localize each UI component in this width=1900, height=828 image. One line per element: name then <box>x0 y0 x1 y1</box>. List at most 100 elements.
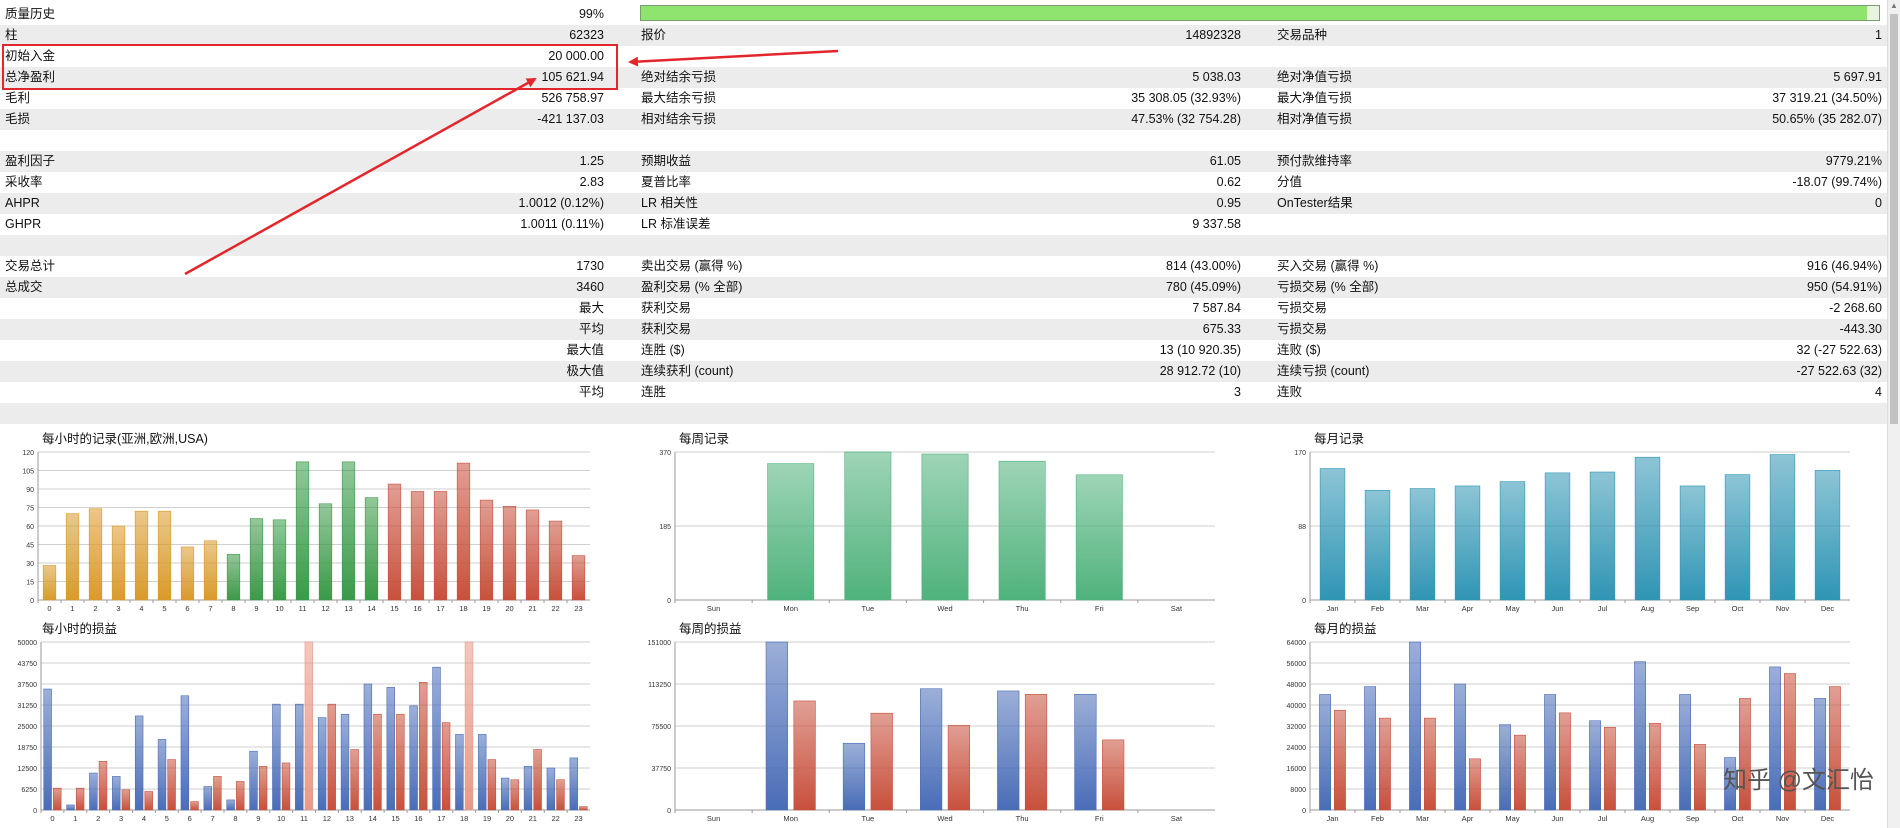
stat-label: 相对净值亏损 <box>1277 112 1353 126</box>
loss-bar <box>441 722 451 811</box>
y-tick-label: 75500 <box>652 724 672 731</box>
y-tick-label: 30 <box>26 561 34 568</box>
x-tick-label: 16 <box>414 814 422 823</box>
report-row: GHPR 1.0011 (0.11%) LR 标准误差 9 337.58 <box>0 214 1888 235</box>
x-tick-label: Tue <box>862 814 875 823</box>
loss-bar <box>167 759 176 811</box>
stat-label: 总净盈利 <box>5 70 56 84</box>
report-row: 最大值 连胜 ($) 13 (10 920.35) 连败 ($) 32 (-27 522… <box>0 340 1888 361</box>
x-tick-label: 4 <box>139 604 143 613</box>
loss-bar <box>75 787 85 811</box>
x-tick-label: Apr <box>1462 604 1474 613</box>
x-tick-label: 19 <box>483 814 491 823</box>
x-tick-label: 10 <box>277 814 285 823</box>
stat-label: AHPR <box>5 196 40 210</box>
stat-value: 780 (45.09%) <box>1165 280 1241 294</box>
profit-bar <box>546 767 556 811</box>
x-tick-label: 8 <box>231 604 235 613</box>
y-tick-label: 37500 <box>18 682 38 689</box>
loss-bar <box>236 781 245 811</box>
scroll-up-arrow-icon[interactable]: ▲ <box>1890 2 1898 10</box>
stat-value: 99% <box>578 7 604 21</box>
stat-label: 连续获利 (count) <box>641 364 734 378</box>
vertical-scrollbar[interactable]: ▲ <box>1887 0 1900 828</box>
report-row <box>0 130 1888 151</box>
profit-bar <box>157 739 167 811</box>
profit-bar <box>1589 720 1602 811</box>
stat-value: 37 319.21 (34.50%) <box>1772 91 1882 105</box>
stat-label: OnTester结果 <box>1277 196 1353 210</box>
y-tick-label: 15 <box>26 580 34 587</box>
stat-value: -27 522.63 (32) <box>1796 364 1882 378</box>
stat-value: 1 <box>1875 28 1882 42</box>
profit-bar <box>226 799 235 811</box>
loss-bar <box>1424 717 1436 811</box>
profit-bar <box>1319 694 1332 811</box>
bar <box>525 509 540 601</box>
bar <box>1409 488 1436 601</box>
profit-bar <box>1634 661 1647 811</box>
stat-value: 7 587.84 <box>1192 301 1241 315</box>
bar <box>180 546 195 601</box>
x-tick-label: 21 <box>528 604 536 613</box>
bar <box>42 565 57 601</box>
x-tick-label: 19 <box>482 604 490 613</box>
profit-bar <box>203 786 212 811</box>
scrollbar-thumb[interactable] <box>1890 14 1898 424</box>
stat-value: 0.95 <box>1216 196 1241 210</box>
stat-label: 交易品种 <box>1277 28 1328 42</box>
x-tick-label: Feb <box>1371 604 1384 613</box>
loss-bar <box>258 766 268 811</box>
profit-bar <box>523 766 533 811</box>
loss-bar <box>281 762 291 811</box>
bar <box>295 461 310 601</box>
y-tick-label: 60 <box>26 524 34 531</box>
x-tick-label: 22 <box>552 814 560 823</box>
profit-bar <box>386 687 395 811</box>
stat-value: 675.33 <box>1202 322 1241 336</box>
bar <box>921 453 969 601</box>
loss-bar <box>1693 744 1706 811</box>
report-row <box>0 235 1888 256</box>
monthly-pl-chart-title: 每月的损益 <box>1314 622 1377 636</box>
x-tick-label: Apr <box>1462 814 1474 823</box>
report-row: 采收率 2.83 夏普比率 0.62 分值 -18.07 (99.74%) <box>0 172 1888 193</box>
report-row: 极大值 连续获利 (count) 28 912.72 (10) 连续亏损 (count… <box>0 361 1888 382</box>
stat-label: 报价 <box>641 28 667 42</box>
loss-bar <box>1648 723 1661 811</box>
x-tick-label: Aug <box>1641 814 1654 823</box>
x-tick-label: Jul <box>1598 604 1608 613</box>
stat-value: 35 308.05 (32.93%) <box>1131 91 1241 105</box>
x-tick-label: Jun <box>1551 604 1563 613</box>
x-tick-label: Dec <box>1821 814 1835 823</box>
x-tick-label: Sep <box>1686 814 1699 823</box>
stat-value: 1.0012 (0.12%) <box>518 196 604 210</box>
profit-bar <box>317 717 327 811</box>
profit-bar <box>432 666 441 811</box>
hourly-records-chart-title: 每小时的记录(亚洲,欧洲,USA) <box>42 432 208 446</box>
stat-value: 1.0011 (0.11%) <box>520 217 604 231</box>
stat-label: LR 标准误差 <box>641 217 711 231</box>
x-tick-label: 12 <box>323 814 331 823</box>
x-tick-label: May <box>1505 814 1519 823</box>
y-tick-label: 170 <box>1294 450 1306 457</box>
bar <box>88 508 103 601</box>
x-tick-label: 2 <box>96 814 100 823</box>
loss-bar <box>510 779 519 811</box>
stat-value: 0.62 <box>1216 175 1241 189</box>
x-tick-label: 5 <box>162 604 166 613</box>
stat-label: 连续亏损 (count) <box>1277 364 1370 378</box>
profit-bar <box>43 688 52 811</box>
stat-label: 亏损交易 (% 全部) <box>1277 280 1379 294</box>
y-tick-label: 113250 <box>648 682 671 689</box>
loss-bar <box>121 789 131 811</box>
bar <box>65 513 80 601</box>
profit-bar <box>1454 683 1466 811</box>
bar <box>1364 490 1391 601</box>
loss-bar <box>304 641 314 811</box>
stat-value: 4 <box>1875 385 1882 399</box>
profit-bar <box>295 703 304 811</box>
x-tick-label: 8 <box>233 814 237 823</box>
profit-bar <box>1679 694 1692 811</box>
loss-bar <box>98 760 108 811</box>
